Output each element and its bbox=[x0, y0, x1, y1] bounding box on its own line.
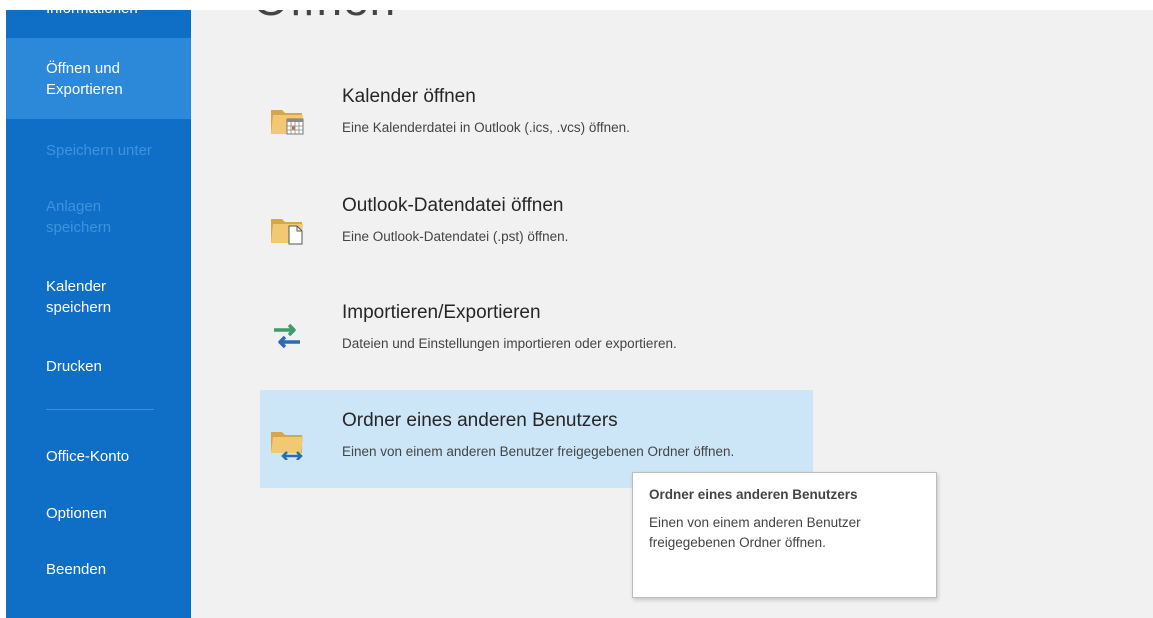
option-title: Importieren/Exportieren bbox=[342, 302, 541, 323]
backstage-sidebar: Informationen Öffnen und Exportieren Spe… bbox=[6, 0, 191, 618]
option-description: Einen von einem anderen Benutzer freigeg… bbox=[342, 444, 735, 459]
sidebar-item-label: Kalender speichern bbox=[46, 278, 112, 316]
import-export-icon bbox=[270, 318, 306, 352]
folder-calendar-icon bbox=[270, 102, 306, 136]
sidebar-item-oeffnen-exportieren[interactable]: Öffnen und Exportieren bbox=[6, 38, 191, 119]
sidebar-item-label: Beenden bbox=[46, 561, 107, 578]
sidebar-item-drucken[interactable]: Drucken bbox=[6, 356, 191, 377]
sidebar-item-label: Drucken bbox=[46, 358, 102, 375]
option-title: Outlook-Datendatei öffnen bbox=[342, 195, 564, 216]
window-left-edge bbox=[0, 0, 6, 618]
open-outlook-data-file-option[interactable]: Outlook-Datendatei öffnen Eine Outlook-D… bbox=[260, 175, 813, 273]
sidebar-item-label: Anlagen speichern bbox=[46, 198, 112, 236]
sidebar-separator bbox=[46, 409, 154, 410]
sidebar-item-anlagen-speichern: Anlagen speichern bbox=[6, 196, 191, 238]
option-title: Kalender öffnen bbox=[342, 86, 476, 107]
sidebar-item-label: Öffnen und Exportieren bbox=[46, 60, 123, 98]
tooltip: Ordner eines anderen Benutzers Einen von… bbox=[632, 472, 937, 598]
sidebar-item-office-konto[interactable]: Office-Konto bbox=[6, 446, 191, 467]
sidebar-item-label: Office-Konto bbox=[46, 448, 130, 465]
tooltip-body: Einen von einem anderen Benutzer freigeg… bbox=[649, 515, 861, 550]
shared-folder-icon bbox=[270, 426, 306, 461]
folder-file-icon bbox=[270, 211, 306, 245]
option-description: Eine Kalenderdatei in Outlook (.ics, .vc… bbox=[342, 120, 630, 135]
import-export-option[interactable]: Importieren/Exportieren Dateien und Eins… bbox=[260, 282, 813, 380]
sidebar-item-speichern-unter: Speichern unter bbox=[6, 140, 191, 161]
sidebar-item-optionen[interactable]: Optionen bbox=[6, 503, 191, 524]
sidebar-item-label: Optionen bbox=[46, 505, 107, 522]
tooltip-title: Ordner eines anderen Benutzers bbox=[649, 487, 858, 502]
window-top-edge bbox=[0, 0, 1153, 10]
option-description: Dateien und Einstellungen importieren od… bbox=[342, 336, 677, 351]
sidebar-item-beenden[interactable]: Beenden bbox=[6, 559, 191, 580]
sidebar-item-kalender-speichern[interactable]: Kalender speichern bbox=[6, 276, 191, 318]
option-description: Eine Outlook-Datendatei (.pst) öffnen. bbox=[342, 229, 569, 244]
sidebar-item-label: Speichern unter bbox=[46, 142, 152, 159]
option-title: Ordner eines anderen Benutzers bbox=[342, 410, 618, 431]
open-calendar-option[interactable]: Kalender öffnen Eine Kalenderdatei in Ou… bbox=[260, 66, 813, 164]
